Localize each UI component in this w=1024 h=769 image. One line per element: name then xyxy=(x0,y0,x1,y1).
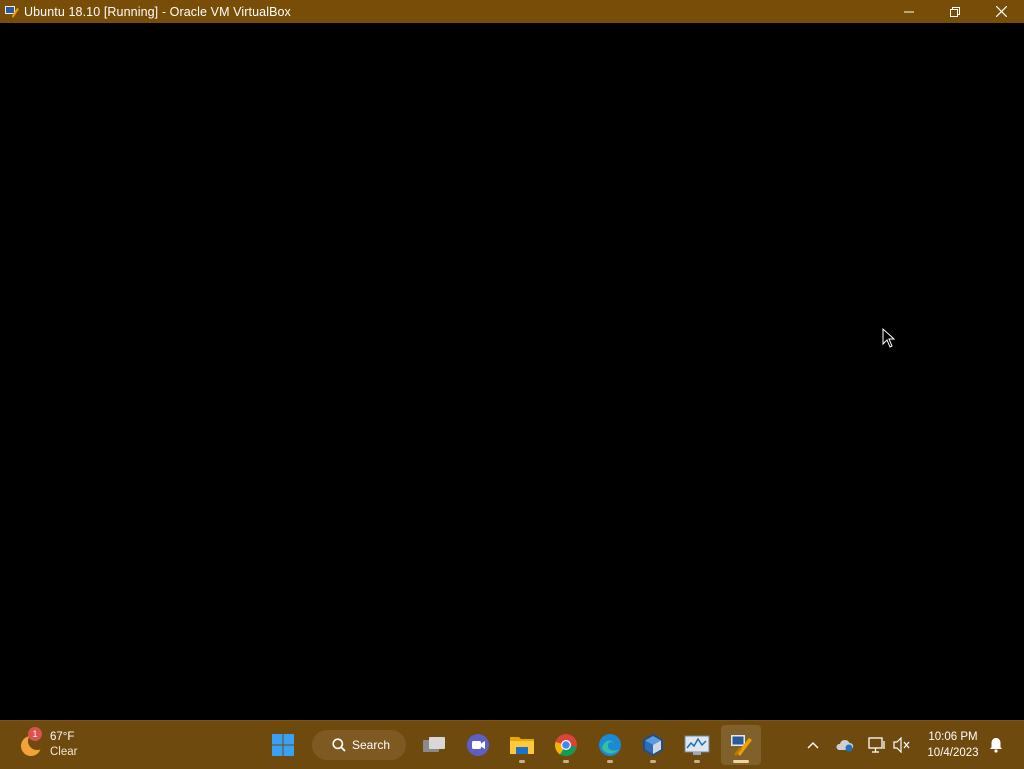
running-indicator xyxy=(563,760,569,763)
network-icon xyxy=(868,737,885,753)
running-indicator xyxy=(519,760,525,763)
close-button[interactable] xyxy=(978,0,1024,23)
start-button[interactable] xyxy=(263,725,303,765)
onedrive-icon xyxy=(836,739,854,752)
running-indicator xyxy=(694,760,700,763)
onedrive-tray-button[interactable] xyxy=(835,735,855,755)
search-label: Search xyxy=(352,738,391,752)
minimize-button[interactable] xyxy=(886,0,932,23)
folder-icon xyxy=(510,737,534,754)
video-chat-button[interactable] xyxy=(458,725,498,765)
ubuntu-vm-window-button[interactable] xyxy=(721,725,761,765)
network-tray-button[interactable] xyxy=(867,735,887,755)
virtualbox-icon xyxy=(643,734,663,756)
virtualbox-vm-icon xyxy=(4,4,20,20)
task-view-button[interactable] xyxy=(414,725,454,765)
virtualbox-button[interactable] xyxy=(633,725,673,765)
clock-time: 10:06 PM xyxy=(928,731,978,743)
task-view-icon xyxy=(423,737,445,752)
video-chat-icon xyxy=(467,734,489,756)
monitor-chart-icon xyxy=(684,735,710,755)
window-controls xyxy=(886,0,1024,23)
weather-text: 67°F Clear xyxy=(50,730,77,760)
search-icon xyxy=(332,738,346,752)
close-icon xyxy=(995,6,1007,17)
windows-logo-icon xyxy=(272,734,294,756)
running-indicator xyxy=(607,760,613,763)
file-explorer-button[interactable] xyxy=(502,725,542,765)
taskbar-search[interactable]: Search xyxy=(312,730,406,760)
restore-icon xyxy=(950,6,960,17)
show-hidden-icons-button[interactable] xyxy=(803,735,823,755)
volume-muted-icon xyxy=(893,737,910,753)
mouse-cursor-icon xyxy=(882,328,896,348)
weather-alert-badge: 1 xyxy=(28,727,42,741)
virtualbox-vm-icon xyxy=(731,735,752,756)
volume-tray-button[interactable] xyxy=(892,735,912,755)
taskbar: 1 67°F Clear Search 10:06 PM 10/4/2023 xyxy=(0,720,1024,769)
resource-monitor-button[interactable] xyxy=(677,725,717,765)
chrome-icon xyxy=(554,734,577,757)
window-titlebar[interactable]: Ubuntu 18.10 [Running] - Oracle VM Virtu… xyxy=(0,0,1024,23)
notifications-button[interactable] xyxy=(986,735,1006,755)
taskbar-clock[interactable]: 10:06 PM 10/4/2023 xyxy=(922,729,984,761)
weather-widget[interactable]: 1 67°F Clear xyxy=(16,721,77,769)
edge-icon xyxy=(599,734,621,756)
running-indicator xyxy=(650,760,656,763)
bell-icon xyxy=(990,738,1002,753)
moon-weather-icon: 1 xyxy=(16,727,46,760)
chrome-button[interactable] xyxy=(546,725,586,765)
window-title: Ubuntu 18.10 [Running] - Oracle VM Virtu… xyxy=(24,4,291,19)
active-window-indicator xyxy=(733,760,749,763)
weather-condition: Clear xyxy=(50,746,78,758)
vm-display[interactable] xyxy=(0,23,1024,720)
clock-date: 10/4/2023 xyxy=(927,747,979,759)
minimize-icon xyxy=(904,11,914,12)
restore-button[interactable] xyxy=(932,0,978,23)
edge-button[interactable] xyxy=(590,725,630,765)
weather-temperature: 67°F xyxy=(50,731,75,743)
chevron-up-icon xyxy=(807,742,819,749)
